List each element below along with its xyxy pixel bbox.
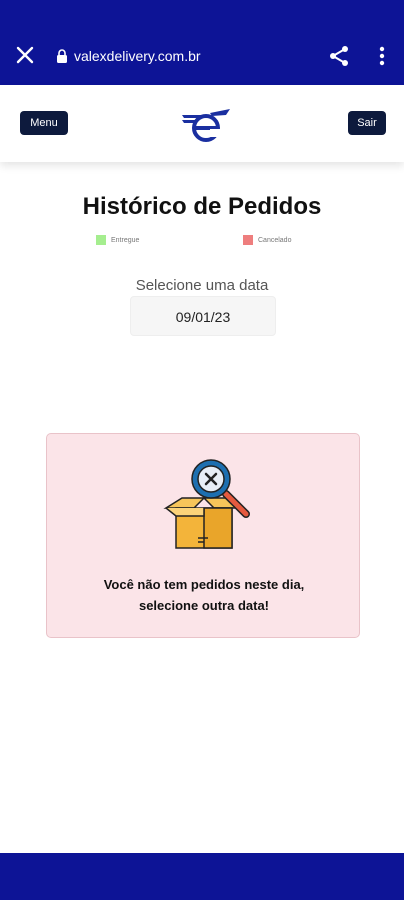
url-text[interactable]: valexdelivery.com.br [74,48,201,64]
legend-cancelado: Cancelado [243,235,291,245]
more-vert-icon[interactable] [372,45,392,67]
legend-swatch-green [96,235,106,245]
logout-button[interactable]: Sair [348,111,386,135]
app-header: Menu Sair [0,85,404,162]
date-input[interactable]: 09/01/23 [130,296,276,336]
menu-button[interactable]: Menu [20,111,68,135]
legend-entregue: Entregue [96,235,139,245]
valex-logo-icon [182,109,230,142]
empty-message-line-2: selecione outra data! [138,598,270,613]
browser-toolbar: valexdelivery.com.br [0,0,404,85]
empty-state-message: Você não tem pedidos neste dia, selecion… [47,574,361,616]
close-icon[interactable] [14,44,36,66]
system-nav-bar [0,853,404,900]
share-icon[interactable] [328,45,350,67]
legend-label: Cancelado [258,236,292,244]
empty-state-card: Você não tem pedidos neste dia, selecion… [46,433,360,638]
empty-box-search-icon [163,459,250,549]
empty-message-line-1: Você não tem pedidos neste dia, [103,577,305,592]
lock-icon [57,49,67,63]
page-title: Histórico de Pedidos [82,193,322,220]
legend-label: Entregue [111,236,140,244]
legend-swatch-red [243,235,253,245]
date-label: Selecione uma data [135,277,269,294]
